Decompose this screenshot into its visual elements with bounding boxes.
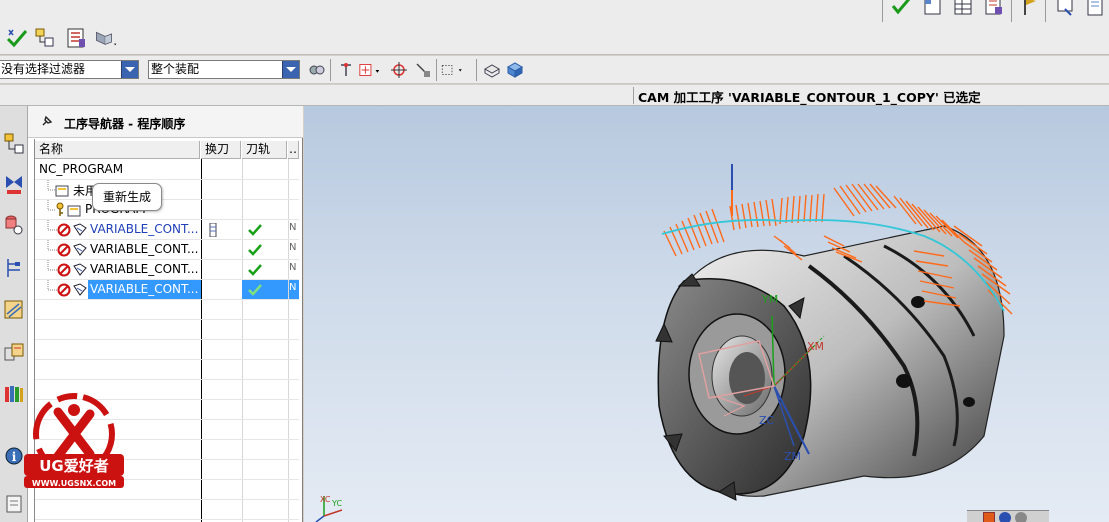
triad-icon: XC YC — [315, 495, 342, 522]
empty-row — [35, 300, 299, 320]
axis-label-zc: ZC — [759, 414, 775, 427]
empty-row — [35, 500, 299, 520]
regenerate-tooltip: 重新生成 — [92, 183, 162, 211]
table-row-selected[interactable]: VARIABLE_CONT... N — [35, 280, 299, 300]
empty-row — [35, 340, 299, 360]
no-entry-icon — [57, 283, 71, 300]
operation-nav-tab-icon[interactable] — [1, 296, 26, 324]
information-icon[interactable] — [1054, 0, 1078, 18]
type-filter-value: 没有选择过滤器 — [1, 62, 86, 76]
verify-checkmark-icon[interactable] — [889, 0, 913, 18]
svg-text:i: i — [11, 450, 16, 464]
assembly-scope-value: 整个装配 — [151, 62, 200, 76]
type-filter-dropdown[interactable]: 没有选择过滤器 — [0, 60, 139, 79]
list-icon[interactable] — [64, 26, 88, 50]
row-name: NC_PROGRAM — [39, 162, 124, 176]
no-entry-icon — [57, 263, 71, 280]
constraint-navigator-icon[interactable] — [1, 170, 26, 198]
chevron-down-icon[interactable] — [121, 61, 138, 78]
row-extra: N — [289, 262, 297, 273]
generate-checkmark-icon[interactable] — [5, 26, 29, 50]
mini-status-tray — [967, 510, 1049, 522]
feature-select-icon[interactable] — [411, 58, 435, 82]
chevron-down-icon[interactable] — [282, 61, 299, 78]
table-row[interactable]: VARIABLE_CONT... N — [35, 260, 299, 280]
row-extra: N — [289, 222, 297, 233]
display-icon[interactable] — [94, 26, 118, 50]
column-header-more[interactable]: … — [288, 141, 299, 159]
graphics-window[interactable]: YM XM ZC ZM XC YC — [304, 106, 1109, 522]
table-row[interactable]: VARIABLE_CONT... N — [35, 240, 299, 260]
path-check-icon — [248, 283, 262, 299]
operation-icon — [72, 283, 88, 300]
toolchange-icon — [208, 222, 218, 240]
rectangle-select-icon[interactable] — [440, 58, 464, 82]
column-header-path[interactable]: 刀轨 — [242, 141, 287, 159]
column-header-toolchange[interactable]: 换刀 — [201, 141, 241, 159]
machine-navigator-icon[interactable] — [1, 254, 26, 282]
pin-icon[interactable] — [40, 114, 54, 131]
table-row[interactable]: PROGRAM — [35, 200, 299, 220]
selection-priority-icon[interactable] — [305, 58, 329, 82]
table-row[interactable]: VARIABLE_CONT... N — [35, 220, 299, 240]
row-name: VARIABLE_CONT... — [90, 242, 199, 256]
triad-label-yc: YC — [331, 499, 342, 508]
ugsnx-watermark-logo: UG爱好者 WWW.UGSNX.COM — [18, 392, 130, 492]
shaded-icon[interactable] — [503, 58, 527, 82]
shop-doc-icon[interactable] — [982, 0, 1006, 18]
flag-icon[interactable] — [1018, 0, 1042, 18]
column-header-name[interactable]: 名称 — [35, 141, 200, 159]
tray-app-icon[interactable] — [983, 512, 995, 522]
program-group-icon — [55, 183, 69, 200]
empty-row — [35, 360, 299, 380]
snap-point-icon[interactable] — [334, 58, 358, 82]
page-icon[interactable] — [921, 0, 945, 18]
history-icon[interactable] — [1, 490, 26, 518]
watermark-url: WWW.UGSNX.COM — [32, 479, 116, 488]
wireframe-icon[interactable] — [480, 58, 504, 82]
program-group-icon — [67, 203, 81, 220]
assembly-navigator-icon[interactable] — [1, 130, 26, 158]
no-entry-icon — [57, 223, 71, 240]
operation-icon — [72, 223, 88, 240]
row-name: VARIABLE_CONT... — [90, 282, 199, 296]
notes-icon[interactable] — [1083, 0, 1107, 18]
crosshair-icon[interactable] — [387, 58, 411, 82]
empty-row — [35, 320, 299, 340]
tray-settings-icon[interactable] — [1015, 512, 1027, 522]
row-name: VARIABLE_CONT... — [90, 222, 199, 236]
key-icon — [55, 202, 65, 221]
navigator-title-bar: 工序导航器 - 程序顺序 — [28, 106, 303, 138]
operation-icon — [72, 243, 88, 260]
table-icon[interactable] — [951, 0, 975, 18]
triad-label-xc: XC — [320, 495, 331, 504]
selection-bar: 没有选择过滤器 整个装配 — [0, 56, 1109, 84]
navigator-title: 工序导航器 - 程序顺序 — [64, 117, 186, 131]
no-entry-icon — [57, 243, 71, 260]
cutter-model: YM XM ZC ZM XC YC — [315, 164, 1013, 522]
path-check-icon — [248, 223, 262, 239]
operation-navigator-icon[interactable] — [33, 26, 57, 50]
reuse-library-icon[interactable] — [1, 338, 26, 366]
top-toolbar — [0, 0, 1109, 55]
axis-label-xm: XM — [807, 340, 824, 353]
status-message: CAM 加工工序 'VARIABLE_CONTOUR_1_COPY' 已选定 — [638, 90, 981, 105]
tray-info-icon[interactable] — [999, 512, 1011, 522]
table-row[interactable]: NC_PROGRAM — [35, 160, 299, 180]
watermark-brand: UG爱好者 — [39, 457, 109, 475]
path-check-icon — [248, 263, 262, 279]
row-extra: N — [289, 282, 297, 293]
select-box-icon[interactable] — [358, 58, 382, 82]
status-bar: CAM 加工工序 'VARIABLE_CONTOUR_1_COPY' 已选定 — [0, 85, 1109, 106]
axis-label-zm: ZM — [784, 450, 801, 463]
row-name: VARIABLE_CONT... — [90, 262, 199, 276]
axis-label-ym: YM — [761, 293, 778, 306]
operation-icon — [72, 263, 88, 280]
path-check-icon — [248, 243, 262, 259]
table-row[interactable]: 未用 — [35, 180, 299, 200]
row-extra: N — [289, 242, 297, 253]
part-navigator-icon[interactable] — [1, 210, 26, 238]
assembly-scope-dropdown[interactable]: 整个装配 — [148, 60, 300, 79]
